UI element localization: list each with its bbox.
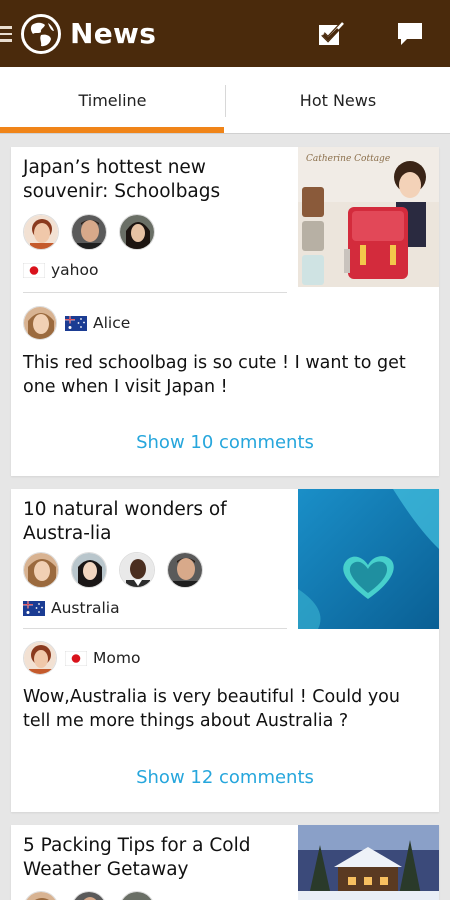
news-thumbnail[interactable] (298, 825, 439, 900)
australia-flag-icon (65, 316, 87, 331)
news-title[interactable]: 5 Packing Tips for a Cold Weather Getawa… (23, 834, 293, 882)
avatar[interactable] (23, 552, 59, 588)
avatar[interactable] (71, 552, 107, 588)
tab-hot-news[interactable]: Hot News (226, 67, 450, 134)
tab-timeline[interactable]: Timeline (0, 67, 225, 134)
hamburger-menu-icon[interactable] (0, 26, 12, 42)
tab-bar: Timeline Hot News (0, 67, 450, 134)
avatar[interactable] (23, 306, 57, 340)
avatar[interactable] (167, 552, 203, 588)
japan-flag-icon (65, 651, 87, 666)
source-name: Australia (51, 599, 120, 617)
comment-author-name: Alice (93, 314, 131, 332)
news-source[interactable]: Australia (23, 599, 120, 617)
news-source[interactable]: yahoo (23, 261, 98, 279)
divider (23, 292, 287, 293)
app-title: News (70, 17, 157, 50)
chat-bubble-icon[interactable] (397, 22, 423, 47)
avatar[interactable] (119, 891, 155, 900)
active-tab-indicator (0, 127, 224, 133)
news-title[interactable]: 10 natural wonders of Austra-lia (23, 498, 293, 546)
divider (23, 628, 287, 629)
comment-author-name: Momo (93, 649, 141, 667)
news-card[interactable]: 10 natural wonders of Austra-lia Austral… (11, 489, 439, 812)
avatar[interactable] (23, 891, 59, 900)
news-thumbnail[interactable]: Catherine Cottage (298, 147, 439, 287)
news-title[interactable]: Japan’s hottest new souvenir: Schoolbags (23, 156, 293, 204)
australia-flag-icon (23, 601, 45, 616)
japan-flag-icon (23, 263, 45, 278)
participant-avatars (23, 552, 203, 588)
app-bar: News (0, 0, 450, 67)
comment-text: Wow,Australia is very beautiful ! Could … (23, 687, 400, 731)
globe-icon[interactable] (21, 14, 61, 54)
source-name: yahoo (51, 261, 99, 279)
news-thumbnail[interactable] (298, 489, 439, 629)
news-card[interactable]: 5 Packing Tips for a Cold Weather Getawa… (11, 825, 439, 900)
avatar[interactable] (71, 891, 107, 900)
show-comments-link[interactable]: Show 10 comments (11, 432, 439, 453)
comment-author[interactable]: Alice (23, 306, 130, 340)
avatar[interactable] (119, 214, 155, 250)
news-card[interactable]: Japan’s hottest new souvenir: Schoolbags… (11, 147, 439, 476)
thumbnail-caption: Catherine Cottage (306, 154, 390, 164)
avatar[interactable] (71, 214, 107, 250)
checkbox-icon[interactable] (318, 21, 345, 46)
avatar[interactable] (23, 214, 59, 250)
comment-author[interactable]: Momo (23, 641, 140, 675)
participant-avatars (23, 214, 155, 250)
comment-text: This red schoolbag is so cute ! I want t… (23, 353, 406, 397)
participant-avatars (23, 891, 155, 900)
avatar[interactable] (119, 552, 155, 588)
show-comments-link[interactable]: Show 12 comments (11, 767, 439, 788)
avatar[interactable] (23, 641, 57, 675)
